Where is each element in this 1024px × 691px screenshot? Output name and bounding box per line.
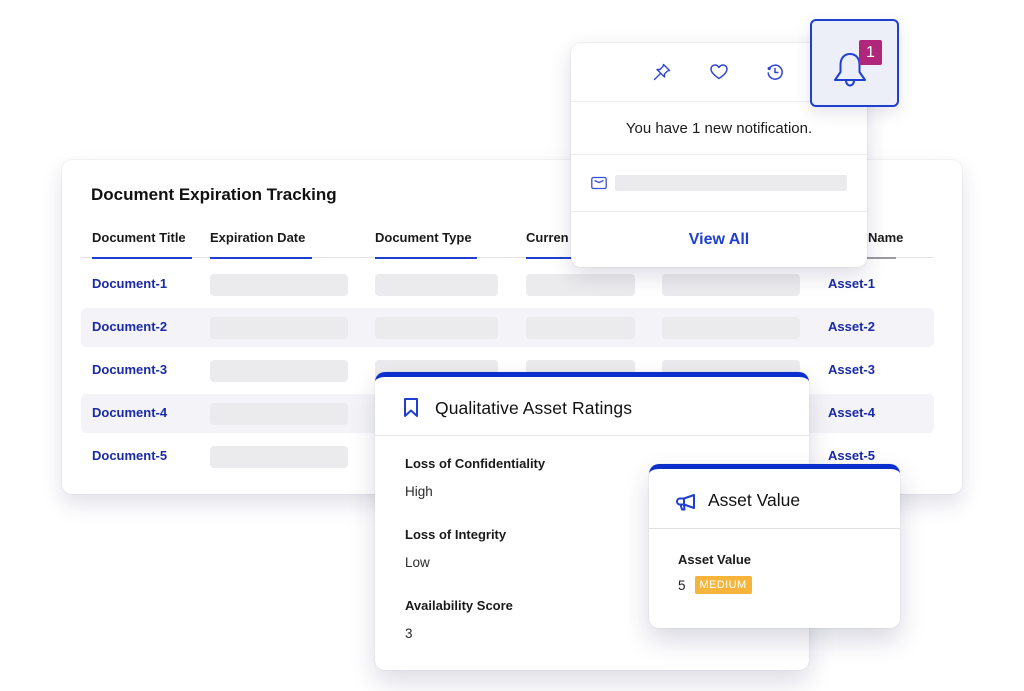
- placeholder-cell: [210, 446, 348, 468]
- column-header-expiration-date[interactable]: Expiration Date: [210, 229, 312, 259]
- table-row[interactable]: Document-2 Asset-2: [81, 308, 934, 347]
- field-label: Asset Value: [678, 552, 751, 567]
- placeholder-cell: [662, 274, 800, 296]
- placeholder-cell: [375, 274, 498, 296]
- field-value: High: [405, 484, 433, 499]
- active-underline: [92, 257, 192, 259]
- active-underline: [375, 257, 477, 259]
- column-header-label: Document Type: [375, 230, 472, 245]
- asset-link[interactable]: Asset-2: [828, 319, 875, 334]
- history-icon[interactable]: [765, 62, 785, 82]
- card-title: Qualitative Asset Ratings: [435, 398, 633, 418]
- column-header-document-title[interactable]: Document Title: [92, 229, 192, 259]
- notification-summary: You have 1 new notification.: [571, 102, 867, 155]
- pin-icon[interactable]: [652, 62, 672, 82]
- level-badge: MEDIUM: [694, 576, 752, 594]
- field-label: Loss of Integrity: [405, 527, 507, 542]
- column-header-label: Curren: [526, 230, 569, 245]
- column-header-label: Name: [868, 230, 904, 245]
- asset-value-card: Asset Value Asset Value 5 MEDIUM: [649, 464, 900, 628]
- placeholder-cell: [662, 317, 800, 339]
- asset-value-number: 5: [678, 577, 686, 593]
- notification-text-placeholder: [615, 175, 847, 191]
- document-link[interactable]: Document-4: [92, 405, 167, 420]
- active-underline: [210, 257, 312, 259]
- placeholder-cell: [526, 274, 635, 296]
- notification-count-badge: 1: [859, 40, 882, 65]
- asset-link[interactable]: Asset-3: [828, 362, 875, 377]
- field-label: Availability Score: [405, 598, 513, 613]
- asset-link[interactable]: Asset-1: [828, 276, 875, 291]
- document-link[interactable]: Document-5: [92, 448, 167, 463]
- placeholder-cell: [526, 317, 635, 339]
- asset-link[interactable]: Asset-5: [828, 448, 875, 463]
- document-link[interactable]: Document-3: [92, 362, 167, 377]
- field-value: 3: [405, 626, 413, 641]
- column-header-current[interactable]: Curren: [526, 229, 586, 259]
- megaphone-icon: [675, 493, 697, 516]
- table-row[interactable]: Document-1 Asset-1: [81, 265, 934, 304]
- column-header-label: Expiration Date: [210, 230, 306, 245]
- field-value: Low: [405, 555, 430, 570]
- column-header-asset-name[interactable]: Name: [858, 229, 904, 259]
- document-link[interactable]: Document-1: [92, 276, 167, 291]
- column-header-label: Document Title: [92, 230, 186, 245]
- placeholder-cell: [375, 317, 498, 339]
- mail-icon: [591, 176, 607, 190]
- card-title: Asset Value: [708, 490, 801, 510]
- asset-value-row: 5 MEDIUM: [678, 576, 752, 594]
- heart-icon[interactable]: [709, 62, 729, 82]
- notifications-bell-button[interactable]: 1: [810, 19, 899, 107]
- rating-field: Availability Score 3: [405, 598, 545, 643]
- placeholder-cell: [210, 403, 348, 425]
- column-header-document-type[interactable]: Document Type: [375, 229, 477, 259]
- placeholder-cell: [210, 274, 348, 296]
- view-all-link[interactable]: View All: [571, 212, 867, 267]
- placeholder-cell: [210, 317, 348, 339]
- card-header: Qualitative Asset Ratings: [375, 377, 809, 436]
- asset-link[interactable]: Asset-4: [828, 405, 875, 420]
- field-label: Loss of Confidentiality: [405, 456, 546, 471]
- ratings-list: Loss of Confidentiality High Loss of Int…: [405, 456, 545, 669]
- bookmark-icon: [403, 397, 419, 423]
- rating-field: Loss of Integrity Low: [405, 527, 545, 572]
- placeholder-cell: [210, 360, 348, 382]
- document-link[interactable]: Document-2: [92, 319, 167, 334]
- card-header: Asset Value: [649, 469, 900, 529]
- rating-field: Loss of Confidentiality High: [405, 456, 545, 501]
- notification-item[interactable]: [571, 155, 867, 212]
- asset-value-body: Asset Value 5 MEDIUM: [678, 552, 752, 594]
- card-title: Document Expiration Tracking: [91, 185, 337, 204]
